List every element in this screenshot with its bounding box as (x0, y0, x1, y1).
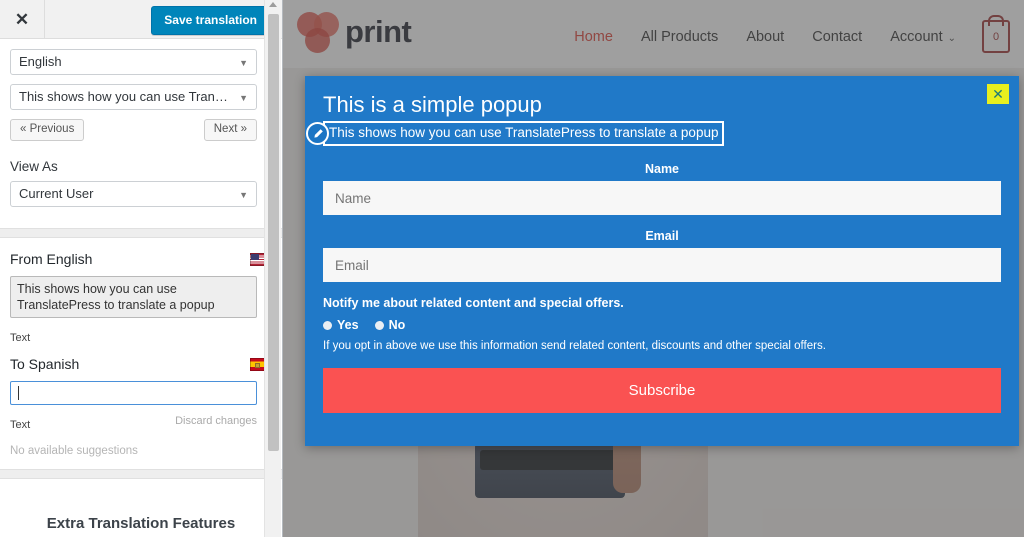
string-select-value: This shows how you can use Translate… (19, 89, 256, 104)
text-cursor (18, 386, 19, 400)
radio-no-dot-icon (374, 320, 384, 330)
chevron-down-icon: ▼ (239, 190, 248, 200)
suggestions-text: No available suggestions (10, 445, 138, 457)
nav-item-account[interactable]: Account ⌄ (876, 29, 970, 45)
popup-close-icon[interactable]: ✕ (987, 84, 1009, 104)
logo-hearts-icon (297, 10, 343, 54)
string-nav-row: « Previous Next » (10, 119, 257, 143)
view-as-label: View As (10, 159, 58, 174)
translate-editor-sidebar: ✕ Save translation English ▼ This shows … (0, 0, 283, 537)
hero-belt (480, 450, 620, 470)
sidebar-close-icon[interactable]: ✕ (0, 0, 45, 38)
nav-item-contact[interactable]: Contact (798, 29, 876, 45)
sidebar-divider (0, 228, 282, 238)
email-label: Email (645, 229, 679, 243)
nav-item-about[interactable]: About (732, 29, 798, 45)
extra-features-title: Extra Translation Features (46, 515, 236, 532)
popup-subtitle-wrap: This shows how you can use TranslatePres… (306, 121, 725, 146)
from-language-label: From English (10, 251, 93, 267)
radio-yes-dot-icon (323, 320, 332, 330)
nav-item-home[interactable]: Home (560, 29, 627, 45)
from-language-row: From English (10, 251, 272, 269)
next-button[interactable]: Next » (203, 119, 257, 141)
source-meta-row: Text (10, 328, 257, 344)
chevron-down-icon: ▼ (239, 93, 248, 103)
name-field-group: Name (323, 162, 1001, 215)
language-select-value: English (19, 54, 62, 69)
scroll-up-arrow-icon[interactable] (269, 2, 277, 7)
subscribe-form: Name Email Notify me about related conte… (323, 162, 1001, 413)
pencil-edit-icon[interactable] (306, 122, 329, 145)
source-type-label: Text (10, 332, 31, 344)
email-input[interactable] (323, 248, 1001, 282)
cart-count: 0 (992, 30, 1000, 43)
site-nav: Home All Products About Contact Account ⌄… (560, 20, 1010, 53)
email-field-group: Email (323, 229, 1001, 282)
sidebar-topbar: ✕ Save translation (0, 0, 282, 39)
translation-panel: From English Text To Spanish Text Discar… (0, 238, 282, 469)
site-logo[interactable]: print (297, 10, 412, 54)
name-input[interactable] (323, 181, 1001, 215)
view-as-section: View As Current User ▼ (0, 155, 282, 228)
notify-radio-group: Yes No (323, 318, 1001, 332)
popup-title: This is a simple popup (323, 92, 542, 117)
chevron-down-icon: ⌄ (947, 32, 956, 44)
radio-yes[interactable]: Yes (323, 318, 359, 332)
language-select[interactable]: English ▼ (10, 49, 257, 75)
screen: print Home All Products About Contact Ac… (0, 0, 1024, 537)
optin-note: If you opt in above we use this informat… (323, 340, 826, 352)
notify-title: Notify me about related content and spec… (323, 296, 624, 310)
to-language-label: To Spanish (10, 356, 80, 372)
radio-yes-label: Yes (337, 318, 359, 332)
extra-features-block: Extra Translation Features Support for 2… (0, 479, 282, 537)
sidebar-divider-2 (0, 469, 282, 479)
previous-button[interactable]: « Previous (10, 119, 85, 141)
nav-item-account-label: Account (890, 28, 943, 45)
popup-subtitle[interactable]: This shows how you can use TranslatePres… (323, 121, 725, 146)
site-header: print Home All Products About Contact Ac… (283, 0, 1024, 68)
discard-changes-link[interactable]: Discard changes (175, 415, 257, 427)
target-text-area[interactable] (10, 381, 257, 405)
radio-no[interactable]: No (374, 318, 406, 332)
subscribe-button[interactable]: Subscribe (323, 368, 1001, 413)
sidebar-controls: English ▼ This shows how you can use Tra… (0, 39, 282, 155)
string-select[interactable]: This shows how you can use Translate… ▼ (10, 84, 257, 110)
scrollbar-thumb[interactable] (268, 14, 279, 451)
to-language-row: To Spanish (10, 356, 272, 374)
target-meta-row: Text Discard changes (10, 415, 257, 431)
name-label: Name (644, 162, 680, 176)
save-translation-button[interactable]: Save translation (151, 6, 270, 35)
chevron-down-icon: ▼ (239, 58, 248, 68)
subscribe-popup: ✕ This is a simple popup This shows how … (305, 76, 1019, 446)
nav-item-all-products[interactable]: All Products (627, 29, 732, 45)
cart-bag-icon[interactable]: 0 (982, 20, 1010, 53)
sidebar-scrollbar[interactable] (264, 0, 281, 537)
source-text-area[interactable] (10, 276, 257, 318)
radio-no-label: No (388, 318, 406, 332)
target-type-label: Text (10, 419, 31, 431)
view-as-value: Current User (19, 186, 94, 201)
view-as-select[interactable]: Current User ▼ (10, 181, 257, 207)
logo-text: print (345, 14, 412, 49)
